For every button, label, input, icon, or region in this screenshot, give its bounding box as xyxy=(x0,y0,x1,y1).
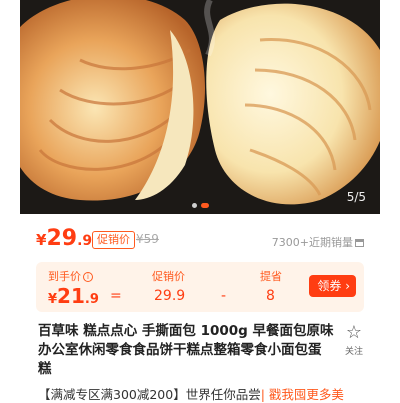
sales-count: 7300+近期销量 xyxy=(272,234,364,250)
equals-sign: = xyxy=(110,288,122,304)
pagination-dot-active[interactable] xyxy=(200,203,209,208)
promotion-banner: 【满减专区满300减200】世界任你品尝| 戳我囤更多美 xyxy=(38,384,344,403)
gallery-pagination-dots xyxy=(20,203,380,208)
price-calculation-box: 到手价 i ¥21.9 = 促销价 29.9 - 提省 8 领券 › xyxy=(36,262,364,312)
pagination-dot[interactable] xyxy=(191,203,197,208)
minus-sign: - xyxy=(221,288,227,304)
discount-value: 8 xyxy=(266,288,275,304)
info-icon[interactable]: i xyxy=(83,272,93,282)
price-decimal: .9 xyxy=(77,233,93,249)
promo-price-label: 促销价 xyxy=(152,270,185,283)
final-price: ¥21.9 xyxy=(48,284,99,308)
image-counter: 5/5 xyxy=(346,190,366,204)
final-price-label-text: 到手价 xyxy=(48,270,81,283)
product-image-gallery[interactable]: 5/5 xyxy=(20,0,380,214)
follow-button[interactable]: ☆ 关注 xyxy=(340,322,368,358)
final-price-currency: ¥ xyxy=(48,292,58,307)
product-photo xyxy=(20,0,380,214)
promo-price-value: 29.9 xyxy=(154,288,186,304)
current-price: ¥29.9 xyxy=(36,226,92,251)
follow-label: 关注 xyxy=(344,347,363,357)
price-currency: ¥ xyxy=(36,231,47,249)
final-price-label: 到手价 i xyxy=(48,268,93,284)
shopping-icon xyxy=(355,239,364,247)
sales-text: 7300+近期销量 xyxy=(271,236,353,249)
final-price-integer: 21 xyxy=(57,284,85,308)
original-price: ¥59 xyxy=(136,232,159,246)
final-price-decimal: .9 xyxy=(84,292,99,307)
promo-price-tag: 促销价 xyxy=(92,231,135,249)
price-row: ¥29.9 促销价 ¥59 7300+近期销量 xyxy=(36,226,364,254)
star-icon: ☆ xyxy=(345,322,363,343)
discount-label: 提省 xyxy=(260,270,282,283)
get-coupon-button[interactable]: 领券 › xyxy=(309,275,356,297)
product-title: 百草味 糕点点心 手撕面包 1000g 早餐面包原味办公室休闲零食食品饼干糕点整… xyxy=(38,323,334,377)
price-integer: 29 xyxy=(46,226,78,251)
